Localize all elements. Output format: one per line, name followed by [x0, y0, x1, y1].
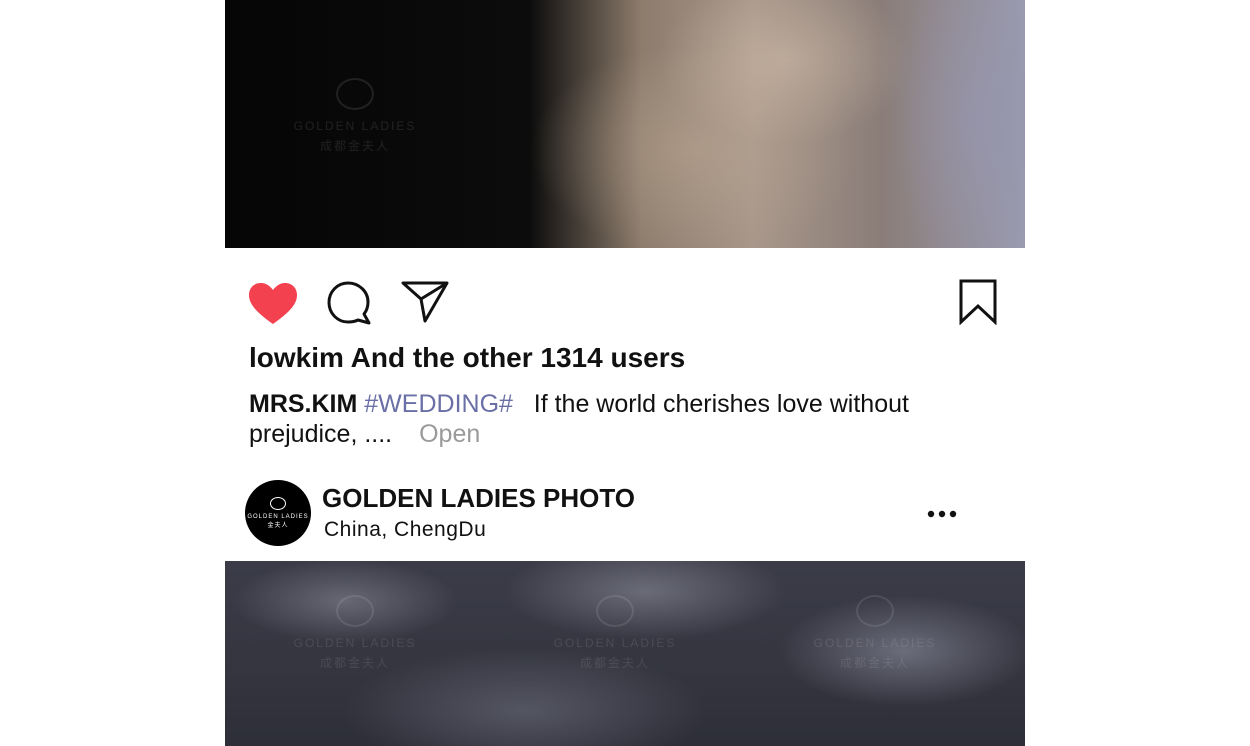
watermark-logo-icon	[856, 595, 894, 627]
post-action-bar	[248, 278, 998, 328]
caption-open-link[interactable]: Open	[419, 420, 480, 448]
photo-watermark: GOLDEN LADIES 成都金夫人	[285, 595, 425, 673]
watermark-brand: GOLDEN LADIES	[293, 119, 417, 133]
watermark-brand: GOLDEN LADIES	[553, 636, 677, 650]
send-icon[interactable]	[401, 280, 449, 329]
avatar-brand-text: GOLDEN LADIES	[247, 514, 309, 520]
instagram-feed: GOLDEN LADIES 成都金夫人 lowkim And the other…	[0, 0, 1250, 746]
caption-hashtag[interactable]: #WEDDING#	[364, 390, 513, 418]
watermark-logo-icon	[336, 595, 374, 627]
watermark-brand: GOLDEN LADIES	[813, 636, 937, 650]
likes-count[interactable]: lowkim And the other 1314 users	[249, 342, 685, 374]
watermark-brand: GOLDEN LADIES	[293, 636, 417, 650]
watermark-subtitle: 成都金夫人	[579, 656, 650, 670]
account-name[interactable]: GOLDEN LADIES PHOTO	[322, 483, 635, 514]
post-header: GOLDEN LADIES 金夫人 GOLDEN LADIES PHOTO Ch…	[245, 480, 985, 546]
more-dots-icon[interactable]	[927, 506, 957, 524]
avatar[interactable]: GOLDEN LADIES 金夫人	[245, 480, 311, 546]
golden-ladies-logo-icon	[270, 497, 286, 510]
caption-author[interactable]: MRS.KIM	[249, 390, 357, 418]
avatar-subtext: 金夫人	[267, 523, 289, 529]
watermark-subtitle: 成都金夫人	[319, 139, 390, 153]
comment-bubble-icon[interactable]	[327, 281, 373, 332]
photo-watermark: GOLDEN LADIES 成都金夫人	[285, 78, 425, 156]
post-caption: MRS.KIM #WEDDING# If the world cherishes…	[249, 389, 949, 449]
photo-watermark: GOLDEN LADIES 成都金夫人	[805, 595, 945, 673]
photo-watermark: GOLDEN LADIES 成都金夫人	[545, 595, 685, 673]
watermark-subtitle: 成都金夫人	[839, 656, 910, 670]
heart-icon[interactable]	[248, 282, 298, 331]
bookmark-icon[interactable]	[959, 279, 997, 330]
watermark-logo-icon	[336, 78, 374, 110]
next-post-photo[interactable]: GOLDEN LADIES 成都金夫人 GOLDEN LADIES 成都金夫人 …	[225, 561, 1025, 746]
watermark-logo-icon	[596, 595, 634, 627]
post-photo[interactable]: GOLDEN LADIES 成都金夫人	[225, 0, 1025, 248]
post-location[interactable]: China, ChengDu	[324, 518, 486, 542]
watermark-subtitle: 成都金夫人	[319, 656, 390, 670]
